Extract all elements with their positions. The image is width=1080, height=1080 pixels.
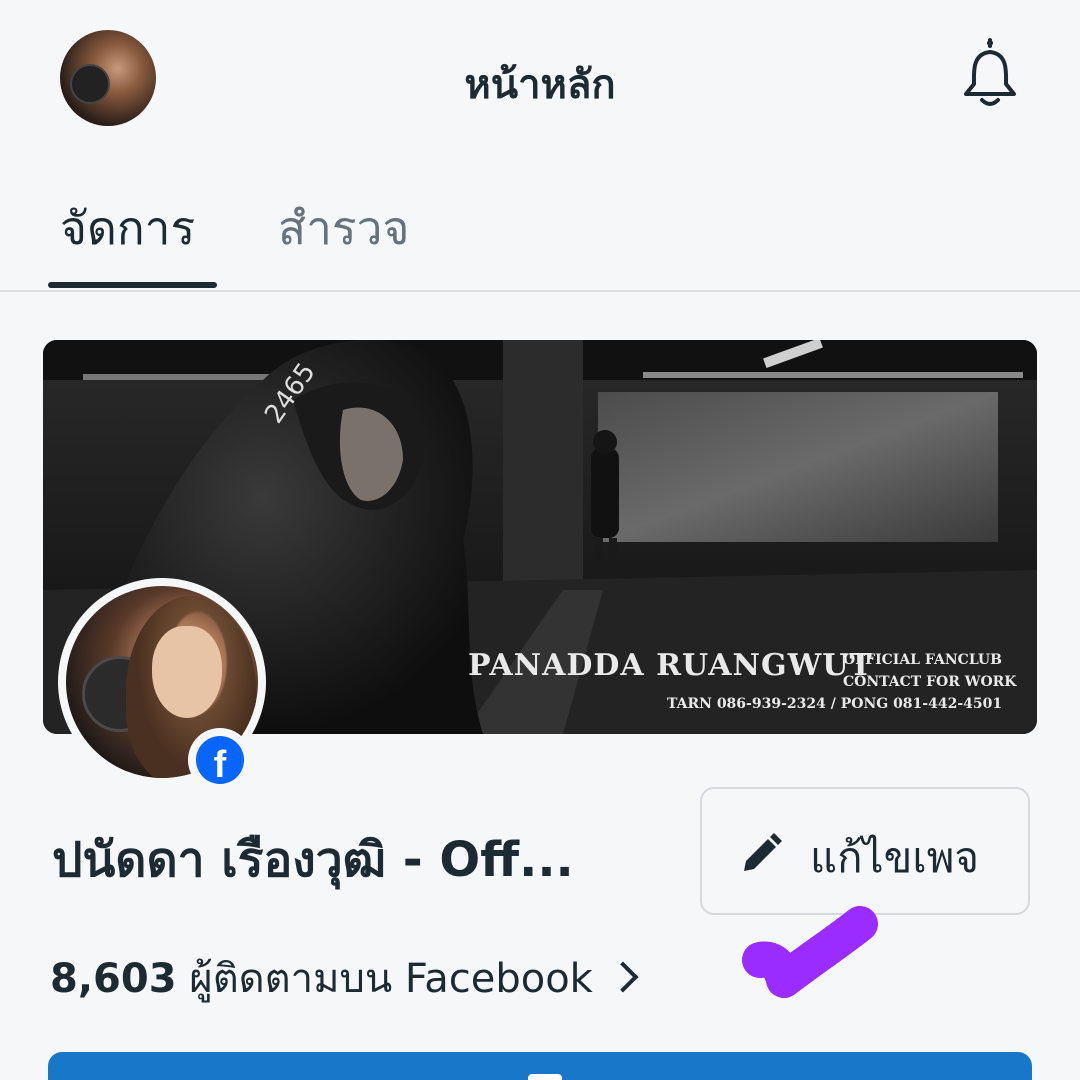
facebook-badge: f [188, 728, 252, 792]
cover-fanclub-text: OFFICIAL FANCLUB [843, 652, 1002, 668]
face-graphic [152, 626, 222, 718]
tab-manage[interactable]: จัดการ [60, 198, 195, 258]
cover-artist-name: PANADDA RUANGWUT [468, 648, 873, 683]
followers-label: ผู้ติดตามบน Facebook [189, 956, 593, 1002]
top-header: หน้าหลัก [0, 0, 1080, 160]
facebook-logo-icon: f [196, 736, 244, 784]
active-tab-indicator [48, 282, 217, 288]
edit-page-button[interactable]: แก้ไขเพจ [700, 787, 1030, 915]
tab-explore[interactable]: สำรวจ [278, 198, 409, 258]
pencil-icon [744, 833, 782, 871]
page-title: หน้าหลัก [464, 62, 616, 108]
page-home-screen: หน้าหลัก จัดการ สำรวจ 2465 PANADDA RUANG… [0, 0, 1080, 1080]
bell-icon[interactable] [950, 32, 1030, 112]
chevron-right-icon [607, 961, 639, 993]
followers-count: 8,603 [50, 956, 177, 1002]
checkmark-annotation [742, 906, 878, 998]
page-name[interactable]: ปนัดดา เรืองวุฒิ - Off... [52, 822, 682, 898]
edit-page-label: แก้ไขเพจ [810, 833, 979, 882]
followers-link[interactable]: 8,603 ผู้ติดตามบน Facebook [50, 946, 639, 1010]
button-icon-partial [528, 1074, 562, 1080]
cover-contact-heading: CONTACT FOR WORK [843, 674, 1017, 690]
cover-contact-numbers: TARN 086-939-2324 / PONG 081-442-4501 [667, 696, 1003, 712]
tab-bar: จัดการ สำรวจ [0, 180, 1080, 292]
primary-action-button[interactable] [48, 1052, 1032, 1080]
